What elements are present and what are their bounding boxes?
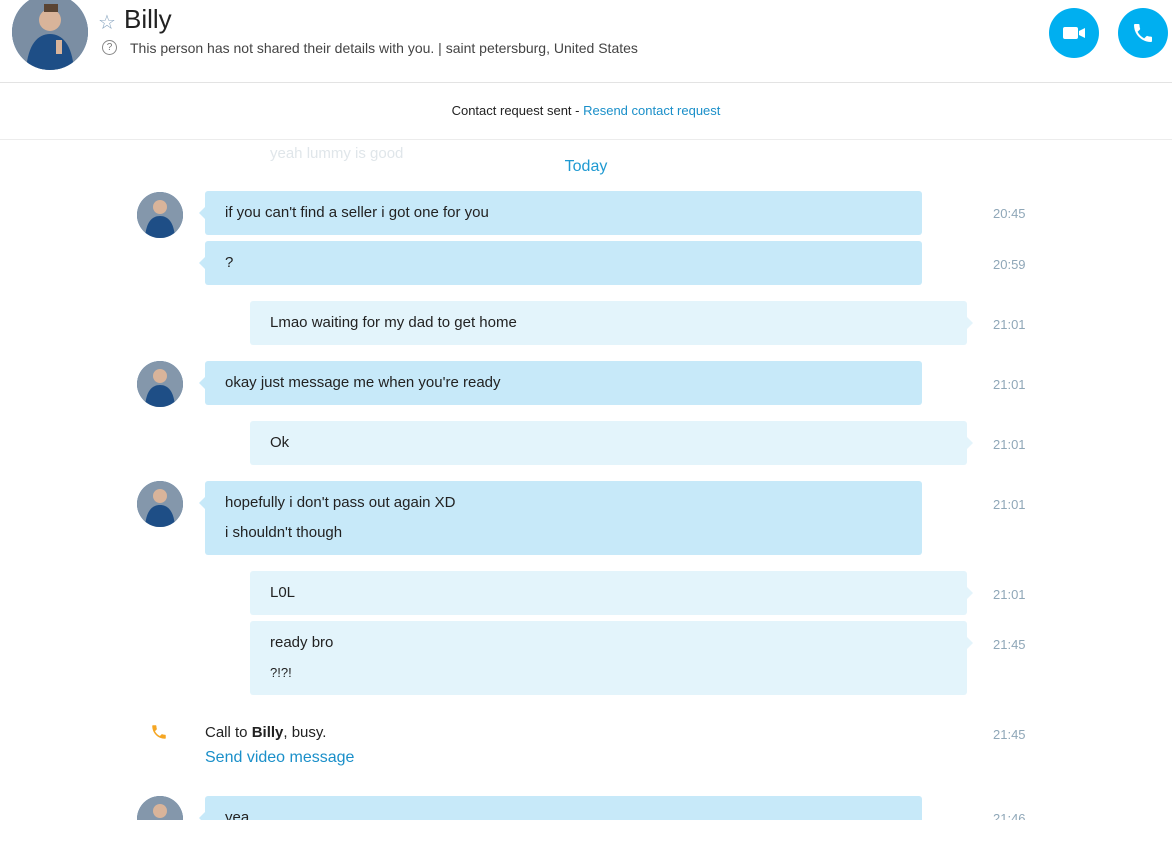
call-event-text: Call to Billy, busy. <box>205 724 326 741</box>
send-video-message-link[interactable]: Send video message <box>205 749 354 767</box>
message-timestamp: 21:01 <box>993 377 1026 392</box>
contact-details: This person has not shared their details… <box>130 40 638 56</box>
favorite-star-icon[interactable]: ☆ <box>98 10 116 35</box>
message-timestamp: 21:01 <box>993 497 1026 512</box>
call-event-status: , busy. <box>283 724 327 741</box>
message-timestamp: 20:45 <box>993 206 1026 221</box>
message-bubble-incoming[interactable]: ? <box>199 241 922 285</box>
message-bubble-outgoing[interactable]: Lmao waiting for my dad to get home <box>250 301 973 345</box>
message-timestamp: 21:01 <box>993 317 1026 332</box>
message-bubble-incoming[interactable]: yea <box>199 796 922 820</box>
clipped-message-region: yea 21:46 <box>0 790 1172 820</box>
sender-avatar[interactable] <box>137 192 183 238</box>
message-bubble-outgoing[interactable]: Ok <box>250 421 973 465</box>
message-text: Lmao waiting for my dad to get home <box>270 314 517 331</box>
message-text: Ok <box>270 434 290 451</box>
message-text: ? <box>225 254 234 271</box>
message-text: ?!?! <box>270 665 292 680</box>
message-text: ready bro <box>270 634 334 651</box>
message-text: hopefully i don't pass out again XD <box>225 494 456 511</box>
message-bubble-incoming[interactable]: hopefully i don't pass out again XD i sh… <box>199 481 922 555</box>
info-icon: ? <box>102 40 117 55</box>
message-timestamp: 21:45 <box>993 637 1026 652</box>
sender-avatar[interactable] <box>137 796 183 820</box>
sender-avatar[interactable] <box>137 481 183 527</box>
message-bubble-incoming[interactable]: okay just message me when you're ready <box>199 361 922 405</box>
contact-request-bar: Contact request sent - Resend contact re… <box>0 83 1172 140</box>
message-text: i shouldn't though <box>225 524 343 541</box>
message-text: if you can't find a seller i got one for… <box>225 204 489 221</box>
message-timestamp: 21:46 <box>993 811 1026 820</box>
message-bubble-outgoing[interactable]: L0L <box>250 571 973 615</box>
date-divider: Today <box>564 158 608 175</box>
contact-name[interactable]: Billy <box>124 4 172 35</box>
message-bubble-incoming[interactable]: if you can't find a seller i got one for… <box>199 191 922 235</box>
message-bubble-outgoing[interactable]: ready bro ?!?! <box>250 621 973 695</box>
call-event-contact: Billy <box>251 724 284 741</box>
message-text: L0L <box>270 584 296 601</box>
message-timestamp: 20:59 <box>993 257 1026 272</box>
request-status-text: Contact request sent - <box>451 103 584 118</box>
call-event-prefix: Call to <box>205 724 252 741</box>
message-timestamp: 21:45 <box>993 727 1026 742</box>
message-timestamp: 21:01 <box>993 437 1026 452</box>
video-camera-icon <box>1063 27 1085 39</box>
message-timestamp: 21:01 <box>993 587 1026 602</box>
sender-avatar[interactable] <box>137 361 183 407</box>
phone-icon <box>1134 24 1152 42</box>
conversation-header: ☆ Billy ? This person has not shared the… <box>0 0 1172 83</box>
resend-request-link[interactable]: Resend contact request <box>583 103 720 118</box>
contact-avatar[interactable] <box>12 0 88 70</box>
message-text: okay just message me when you're ready <box>225 374 501 391</box>
video-call-button[interactable] <box>1049 8 1099 58</box>
audio-call-button[interactable] <box>1118 8 1168 58</box>
message-text: yea <box>225 809 250 820</box>
phone-call-icon <box>152 725 166 739</box>
